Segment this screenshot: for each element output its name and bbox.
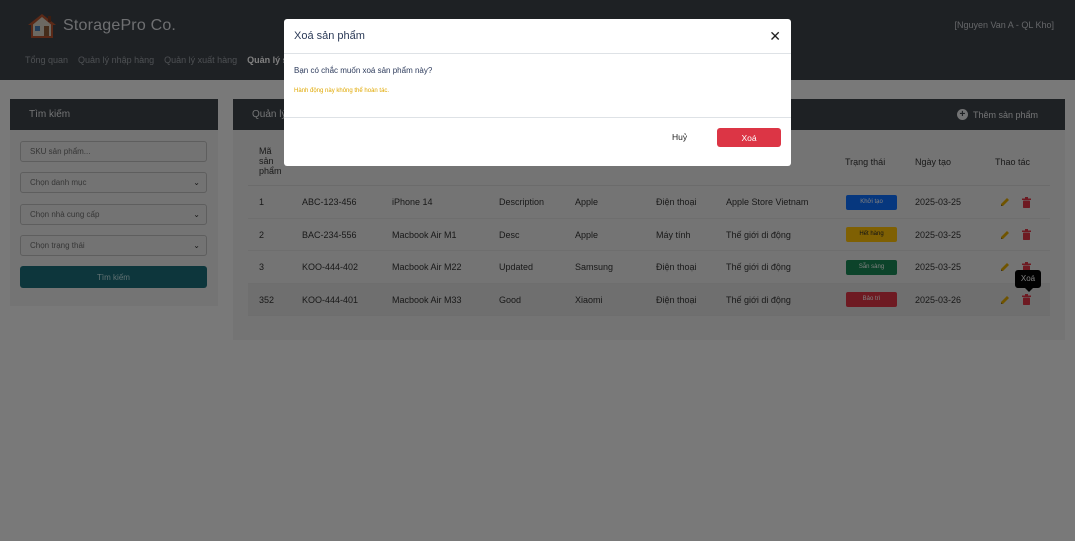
modal-title: Xoá sản phẩm — [294, 30, 365, 42]
cancel-button[interactable]: Huỷ — [672, 132, 687, 142]
modal-warning: Hành động này không thể hoàn tác. — [294, 88, 390, 94]
close-icon[interactable]: ✕ — [769, 29, 781, 43]
delete-product-modal: Xoá sản phẩm ✕ Bạn có chắc muốn xoá sản … — [284, 19, 791, 166]
modal-header: Xoá sản phẩm ✕ — [284, 19, 791, 54]
modal-body: Bạn có chắc muốn xoá sản phẩm này? Hành … — [284, 54, 791, 118]
confirm-delete-button[interactable]: Xoá — [717, 128, 781, 147]
modal-question: Bạn có chắc muốn xoá sản phẩm này? — [294, 66, 433, 75]
modal-footer: Huỷ Xoá — [284, 118, 791, 165]
